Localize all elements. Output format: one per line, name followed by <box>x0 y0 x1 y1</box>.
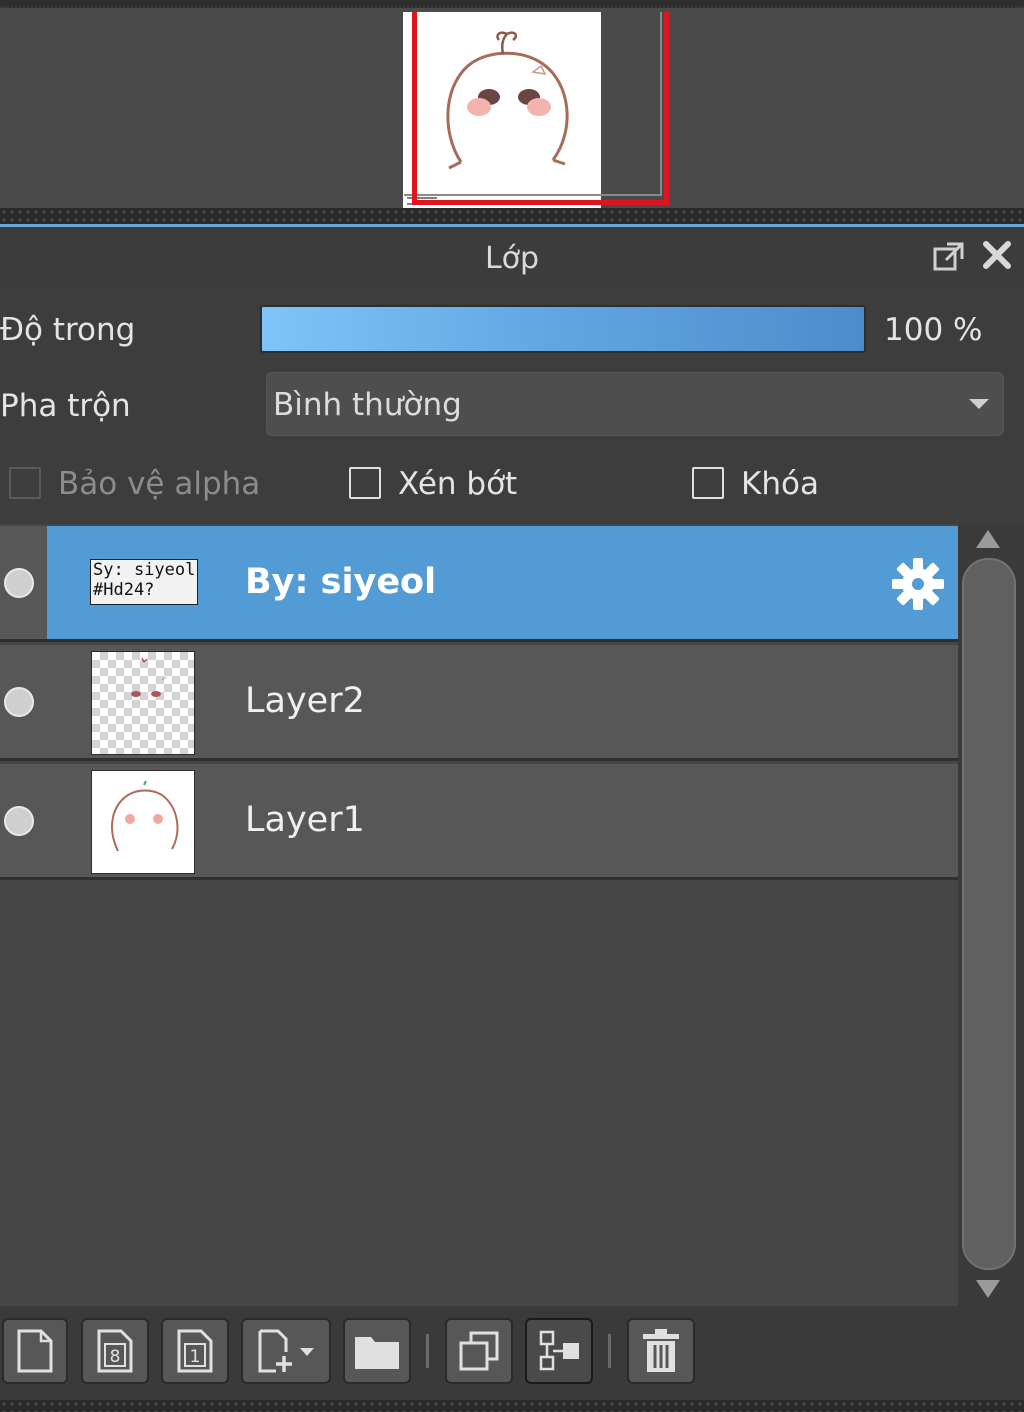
new-1bit-layer-icon: 1 <box>177 1329 213 1373</box>
new-layer-icon <box>17 1329 53 1373</box>
layer-thumbnail <box>91 770 195 874</box>
blend-mode-label: Pha trộn <box>0 388 131 424</box>
trash-icon <box>643 1329 679 1372</box>
toolbar-bottom-strip <box>0 1400 1024 1412</box>
scroll-down-icon[interactable] <box>976 1280 1000 1298</box>
panel-title: Lớp <box>484 241 540 276</box>
visibility-column <box>0 645 47 758</box>
thumbnail-image <box>111 780 179 852</box>
scrollbar-thumb[interactable] <box>962 558 1016 1270</box>
new-layer-button[interactable] <box>2 1318 68 1384</box>
navigator-viewport-frame[interactable] <box>412 12 669 205</box>
scroll-up-icon[interactable] <box>976 530 1000 548</box>
gear-icon[interactable] <box>890 556 946 612</box>
visibility-toggle[interactable] <box>4 568 34 598</box>
clipping-label: Xén bớt <box>398 466 518 502</box>
visibility-toggle[interactable] <box>4 687 34 717</box>
visibility-column <box>0 526 47 639</box>
svg-text:1: 1 <box>190 1347 201 1367</box>
toolbar-separator <box>426 1334 429 1368</box>
navigator-panel <box>0 0 1024 227</box>
thumbnail-text-line: #Hd24? <box>93 580 155 600</box>
thumbnail-text-line: Sy: siyeol <box>93 560 196 580</box>
lock-label: Khóa <box>741 466 819 502</box>
opacity-label: Độ trong <box>0 312 136 348</box>
close-icon <box>983 241 1011 269</box>
thumbnail-image <box>131 657 167 697</box>
new-folder-button[interactable] <box>343 1318 411 1384</box>
delete-layer-button[interactable] <box>627 1318 695 1384</box>
layer-row[interactable]: Sy: siyeol #Hd24? By: siyeol <box>0 526 958 642</box>
merge-down-icon <box>539 1330 579 1371</box>
opacity-value: 100 % <box>884 312 983 348</box>
visibility-toggle[interactable] <box>4 806 34 836</box>
navigator-top-strip <box>0 0 1024 8</box>
protect-alpha-checkbox[interactable] <box>9 467 41 499</box>
close-panel-button[interactable] <box>980 238 1014 272</box>
layer-thumbnail <box>91 651 195 755</box>
layer-row[interactable]: Layer1 <box>0 764 958 880</box>
new-1bit-layer-button[interactable]: 1 <box>161 1318 229 1384</box>
svg-text:8: 8 <box>110 1347 121 1367</box>
layer-row[interactable]: Layer2 <box>0 645 958 761</box>
layer-name: By: siyeol <box>245 562 437 602</box>
panel-splitter[interactable] <box>0 208 1024 224</box>
protect-alpha-label: Bảo vệ alpha <box>58 466 261 502</box>
merge-down-button[interactable] <box>525 1318 593 1384</box>
new-8bit-layer-icon: 8 <box>97 1329 133 1373</box>
lock-checkbox[interactable] <box>692 467 724 499</box>
folder-icon <box>355 1337 399 1369</box>
add-layer-dropdown-button[interactable] <box>241 1318 331 1384</box>
duplicate-icon <box>459 1331 499 1371</box>
layer-name: Layer1 <box>245 800 365 840</box>
layer-list: Sy: siyeol #Hd24? By: siyeol Layer2 Laye… <box>0 524 958 1306</box>
duplicate-layer-button[interactable] <box>445 1318 513 1384</box>
popout-icon <box>933 242 964 271</box>
layer-thumbnail: Sy: siyeol #Hd24? <box>90 559 198 605</box>
clipping-checkbox[interactable] <box>349 467 381 499</box>
blend-mode-select[interactable]: Bình thường <box>266 372 1004 436</box>
new-8bit-layer-button[interactable]: 8 <box>81 1318 149 1384</box>
chevron-down-icon <box>969 399 989 409</box>
visibility-column <box>0 764 47 877</box>
layer-name: Layer2 <box>245 681 365 721</box>
toolbar-separator <box>608 1334 611 1368</box>
add-layer-dropdown-icon <box>258 1329 314 1373</box>
opacity-slider[interactable] <box>260 305 866 353</box>
popout-panel-button[interactable] <box>932 240 966 274</box>
layer-panel-header: Lớp <box>0 227 1024 289</box>
blend-mode-value: Bình thường <box>273 387 462 423</box>
